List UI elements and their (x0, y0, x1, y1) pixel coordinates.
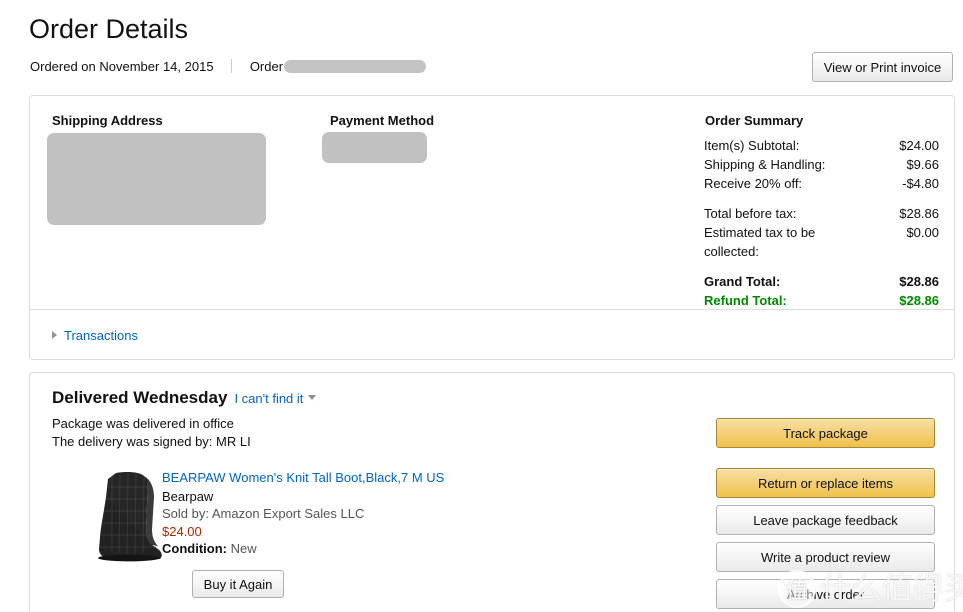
buy-it-again-button[interactable]: Buy it Again (192, 570, 284, 598)
summary-label: Estimated tax to be collected: (704, 225, 816, 259)
order-number-label: Order (249, 59, 284, 74)
meta-divider (231, 59, 233, 73)
cant-find-it-link[interactable]: I can't find it (234, 391, 317, 406)
summary-row-subtotal: Item(s) Subtotal: $24.00 (704, 136, 939, 155)
product-condition-value: New (230, 541, 257, 556)
summary-value: $28.86 (899, 293, 939, 308)
summary-label: Refund Total: (704, 293, 787, 308)
transactions-link[interactable]: Transactions (52, 328, 138, 343)
product-condition: Condition: New (162, 540, 682, 557)
summary-row-discount: Receive 20% off: -$4.80 (704, 174, 939, 193)
summary-value: -$4.80 (902, 176, 939, 191)
product-info: BEARPAW Women's Knit Tall Boot,Black,7 M… (162, 469, 682, 557)
shipment-panel: Delivered Wednesday I can't find it Packa… (29, 372, 955, 612)
summary-row-grand-total: Grand Total: $28.86 (704, 272, 939, 291)
summary-value: $9.66 (906, 157, 939, 172)
track-package-button[interactable]: Track package (716, 418, 935, 448)
summary-value: $28.86 (899, 206, 939, 221)
summary-row-estimated-tax: Estimated tax to be collected: $0.00 (704, 223, 939, 261)
leave-package-feedback-button[interactable]: Leave package feedback (716, 505, 935, 535)
view-or-print-invoice-button[interactable]: View or Print invoice (812, 52, 953, 82)
page-title: Order Details (29, 14, 189, 44)
cant-find-it-label: I can't find it (234, 391, 304, 406)
write-a-product-review-button[interactable]: Write a product review (716, 542, 935, 572)
order-summary-panel: Shipping Address Payment Method Order Su… (29, 95, 955, 360)
summary-label: Item(s) Subtotal: (704, 138, 800, 153)
summary-value: $28.86 (899, 274, 939, 289)
product-condition-label: Condition: (162, 541, 227, 556)
chevron-right-icon (52, 331, 57, 339)
delivery-status-heading: Delivered Wednesday I can't find it (52, 388, 317, 408)
transactions-label: Transactions (64, 328, 138, 343)
summary-label: Shipping & Handling: (704, 157, 826, 172)
shipping-address-redaction (47, 133, 266, 225)
delivery-signed-by: The delivery was signed by: MR LI (52, 434, 251, 449)
summary-value: $24.00 (899, 138, 939, 153)
chevron-down-icon (308, 395, 317, 400)
return-or-replace-items-button[interactable]: Return or replace items (716, 468, 935, 498)
summary-value: $0.00 (906, 225, 939, 240)
summary-row-total-before-tax: Total before tax: $28.86 (704, 204, 939, 223)
order-number-redaction (284, 60, 427, 73)
product-title-link[interactable]: BEARPAW Women's Knit Tall Boot,Black,7 M… (162, 469, 682, 486)
archive-order-button[interactable]: Archive order (716, 579, 935, 609)
shipping-address-heading: Shipping Address (52, 113, 163, 128)
summary-row-shipping: Shipping & Handling: $9.66 (704, 155, 939, 174)
summary-label: Total before tax: (704, 206, 797, 221)
product-seller: Sold by: Amazon Export Sales LLC (162, 506, 365, 521)
order-meta: Ordered on November 14, 2015 Order (30, 59, 427, 75)
delivery-status-text: Delivered Wednesday (52, 388, 228, 407)
payment-method-heading: Payment Method (330, 113, 435, 128)
summary-row-refund-total: Refund Total: $28.86 (704, 291, 939, 310)
summary-label: Grand Total: (704, 274, 781, 289)
transactions-divider (30, 309, 954, 310)
product-brand: Bearpaw (162, 489, 214, 504)
delivery-note: Package was delivered in office (52, 416, 234, 431)
summary-label: Receive 20% off: (704, 176, 803, 191)
ordered-on-date: Ordered on November 14, 2015 (30, 59, 214, 74)
payment-method-redaction (322, 132, 427, 163)
order-summary-heading: Order Summary (705, 113, 804, 128)
order-summary-table: Item(s) Subtotal: $24.00 Shipping & Hand… (704, 136, 939, 310)
product-price: $24.00 (162, 524, 202, 539)
order-details-page: Order Details Ordered on November 14, 20… (0, 0, 963, 612)
